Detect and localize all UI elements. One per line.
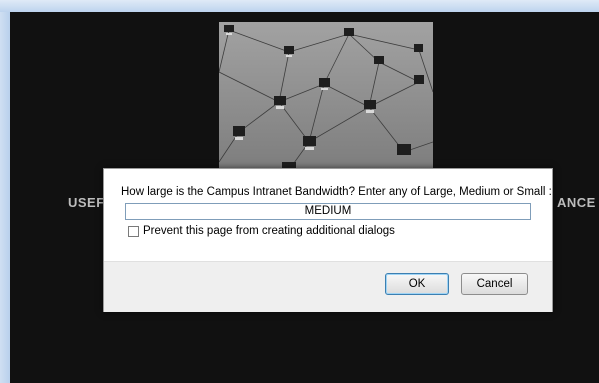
background-heading-right: ANCE — [557, 195, 596, 210]
network-hero-image — [219, 22, 433, 172]
ok-button[interactable]: OK — [385, 273, 449, 295]
bandwidth-input[interactable] — [125, 203, 531, 220]
prompt-dialog: How large is the Campus Intranet Bandwid… — [103, 168, 553, 312]
dialog-prompt-text: How large is the Campus Intranet Bandwid… — [121, 186, 552, 198]
prevent-dialogs-option[interactable]: Prevent this page from creating addition… — [128, 225, 395, 237]
cancel-button[interactable]: Cancel — [461, 273, 528, 295]
prevent-dialogs-label: Prevent this page from creating addition… — [143, 225, 395, 237]
background-heading-left: USEF — [68, 195, 105, 210]
window-top-frame — [0, 0, 599, 12]
prevent-dialogs-checkbox[interactable] — [128, 225, 139, 237]
window-left-frame — [0, 12, 10, 383]
